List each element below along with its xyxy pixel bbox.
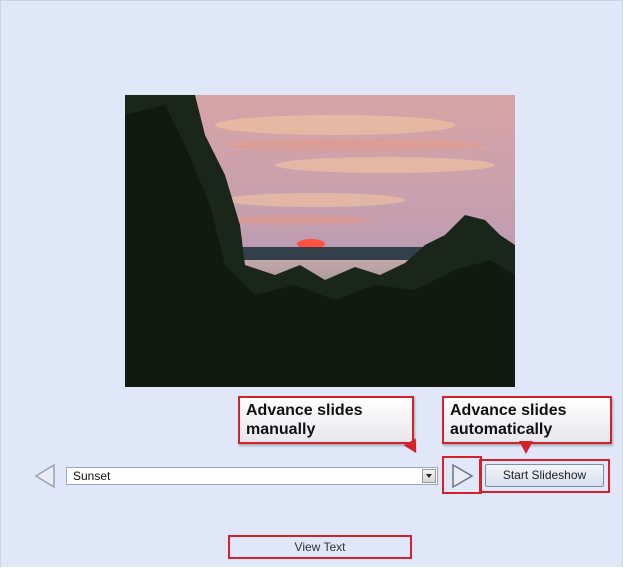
start-button-highlight	[479, 459, 610, 493]
callout-auto-pointer	[519, 441, 533, 454]
chevron-down-icon	[426, 474, 432, 478]
slide-select[interactable]: Sunset	[66, 467, 438, 485]
left-triangle-arrow-icon	[34, 463, 55, 489]
callout-manual-line1: Advance slides	[246, 402, 363, 419]
callout-advance-automatically: Advance slides automatically	[442, 396, 612, 444]
callout-advance-manually: Advance slides manually	[238, 396, 414, 444]
dropdown-button[interactable]	[422, 469, 436, 483]
callout-auto-line1: Advance slides	[450, 402, 567, 419]
previous-slide-button[interactable]	[33, 463, 57, 489]
sunset-photo	[125, 95, 515, 387]
view-text-highlight	[228, 535, 412, 559]
slide-select-value: Sunset	[73, 469, 111, 483]
callout-auto-line2: automatically	[450, 421, 553, 438]
next-button-highlight	[442, 456, 482, 494]
slide-image	[125, 95, 515, 387]
callout-manual-line2: manually	[246, 421, 316, 438]
